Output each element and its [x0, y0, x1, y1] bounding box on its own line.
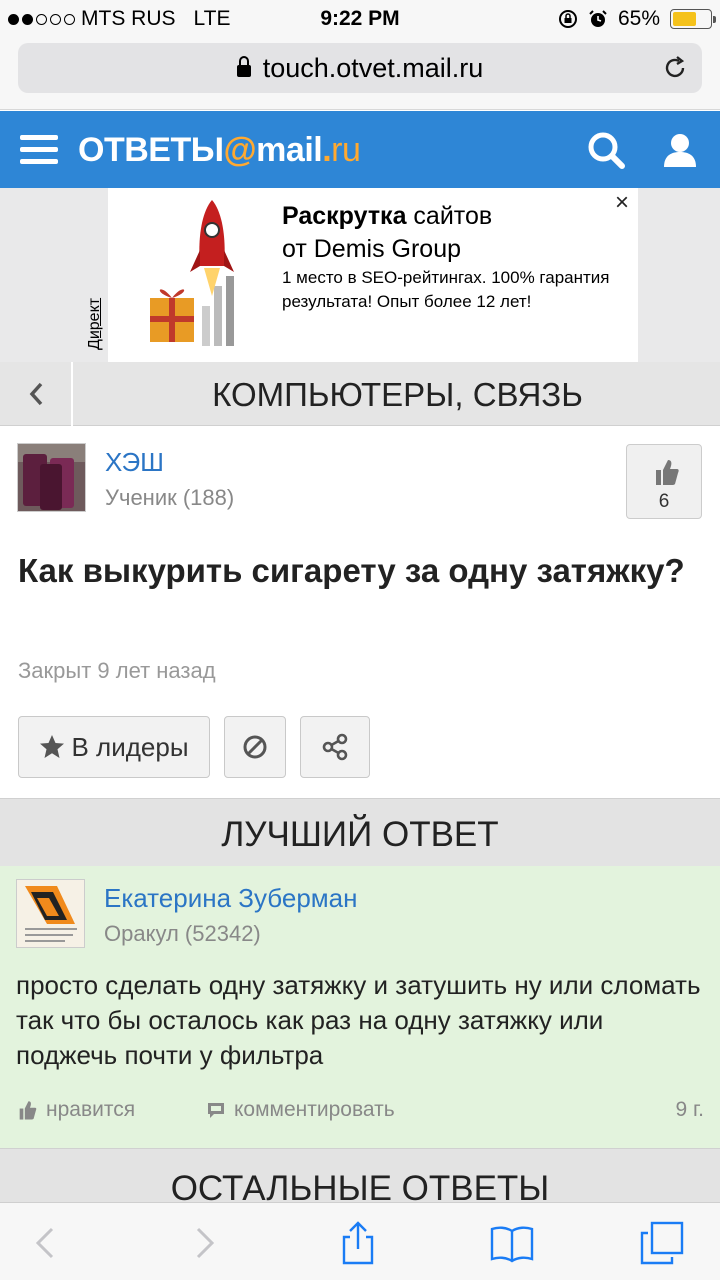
answer-comment-label: комментировать	[234, 1098, 395, 1121]
ad-title: Раскрутка сайтов от Demis Group	[282, 202, 493, 263]
ad-banner[interactable]: Раскрутка сайтов от Demis Group 1 место …	[108, 188, 638, 362]
thumbs-up-icon	[656, 460, 679, 485]
back-arrow-icon[interactable]	[24, 1221, 68, 1265]
alarm-icon	[589, 10, 607, 27]
comment-icon	[208, 1103, 224, 1118]
answer-author-rank: Оракул (52342)	[104, 921, 261, 946]
rocket-gift-image	[150, 200, 234, 346]
url-text: touch.otvet.mail.ru	[262, 52, 484, 83]
answer-comment-button[interactable]: комментировать	[206, 1098, 395, 1122]
lock-icon	[236, 56, 251, 77]
site-header: ОТВЕТЫ@mail.ru	[0, 111, 720, 188]
share-sheet-icon[interactable]	[336, 1221, 380, 1265]
forward-arrow-icon[interactable]	[182, 1221, 226, 1265]
answer-age: 9 г.	[675, 1098, 704, 1121]
question-author-name[interactable]: ХЭШ	[105, 447, 164, 478]
answer-author-name[interactable]: Екатерина Зуберман	[104, 883, 358, 914]
chevron-left-icon	[29, 382, 42, 406]
advertisement-area: Раскрутка сайтов от Demis Group 1 место …	[0, 188, 720, 362]
back-button[interactable]	[0, 362, 73, 426]
search-icon[interactable]	[586, 130, 626, 170]
share-icon	[322, 733, 348, 761]
answer-like-label: нравится	[46, 1098, 136, 1121]
user-icon[interactable]	[660, 130, 700, 170]
reload-icon[interactable]	[662, 55, 688, 81]
question-status: Закрыт 9 лет назад	[18, 658, 216, 683]
category-bar: КОМПЬЮТЕРЫ, СВЯЗЬ	[0, 362, 720, 426]
site-logo[interactable]: ОТВЕТЫ@mail.ru	[78, 131, 361, 170]
browser-address-area: touch.otvet.mail.ru	[0, 38, 720, 110]
glasses-photo-image	[18, 444, 85, 511]
question-author-rank: Ученик (188)	[105, 485, 235, 510]
answer-author-avatar[interactable]	[16, 879, 85, 948]
add-to-leaders-button[interactable]: В лидеры	[18, 716, 210, 778]
add-to-leaders-label: В лидеры	[71, 731, 189, 762]
block-icon	[243, 735, 267, 759]
bookmarks-icon[interactable]	[490, 1221, 534, 1265]
tabs-icon[interactable]	[640, 1221, 684, 1265]
category-title[interactable]: КОМПЬЮТЕРЫ, СВЯЗЬ	[75, 362, 720, 426]
star-icon	[40, 735, 65, 758]
thumbs-up-icon	[19, 1101, 37, 1120]
browser-toolbar	[0, 1202, 720, 1280]
address-bar[interactable]: touch.otvet.mail.ru	[18, 43, 702, 93]
answer-like-button[interactable]: нравится	[16, 1098, 135, 1122]
ribbon-image	[17, 880, 84, 947]
share-button[interactable]	[300, 716, 370, 778]
question-title: Как выкурить сигарету за одну затяжку?	[18, 552, 685, 589]
question-author-avatar[interactable]	[17, 443, 86, 512]
battery-icon	[670, 9, 716, 29]
ad-description: 1 место в SEO-рейтингах. 100% гарантия р…	[282, 268, 610, 311]
menu-icon[interactable]	[20, 135, 58, 165]
other-answers-header: ОСТАЛЬНЫЕ ОТВЕТЫ	[0, 1148, 720, 1208]
question-like-count: 6	[658, 491, 670, 512]
question-like-button[interactable]: 6	[626, 444, 702, 519]
status-bar: MTS RUS LTE 9:22 PM 65%	[0, 0, 720, 38]
best-answer-header: ЛУЧШИЙ ОТВЕТ	[0, 798, 720, 866]
ad-label[interactable]: Директ	[86, 298, 104, 350]
rotation-lock-icon	[558, 10, 577, 28]
report-button[interactable]	[224, 716, 286, 778]
ad-close-icon[interactable]: ×	[610, 191, 634, 216]
answer-text: просто сделать одну затяжку и затушить н…	[16, 970, 701, 1070]
battery-percent: 65%	[617, 7, 660, 30]
